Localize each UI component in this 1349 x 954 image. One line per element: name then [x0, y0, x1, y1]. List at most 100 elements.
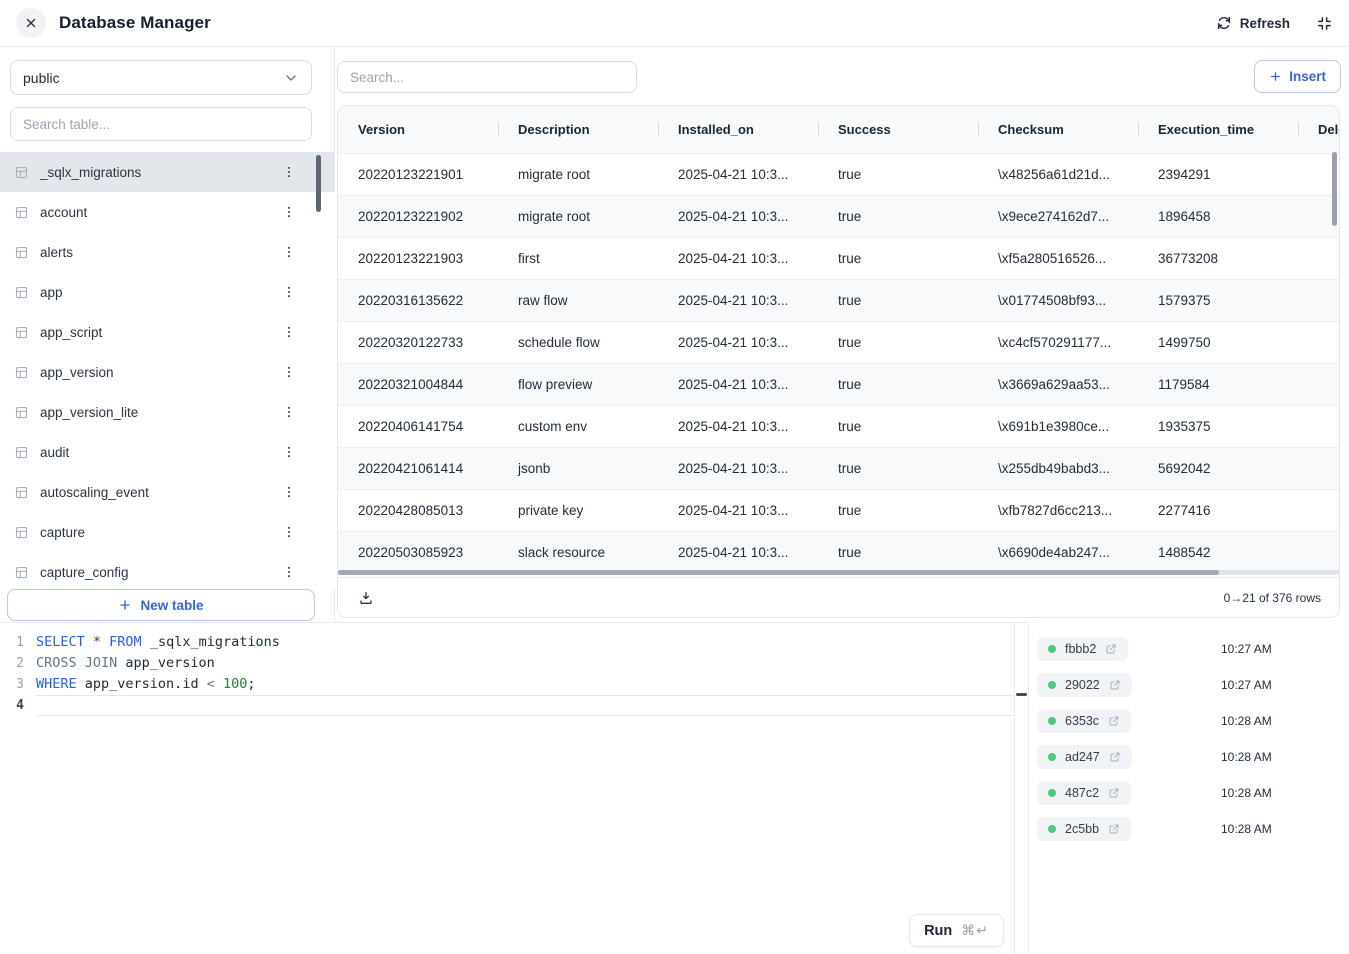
- sidebar-item-app_version_lite[interactable]: app_version_lite: [0, 392, 335, 432]
- line-content: SELECT * FROM _sqlx_migrations: [36, 632, 1014, 653]
- sidebar-item-_sqlx_migrations[interactable]: _sqlx_migrations: [0, 152, 335, 192]
- refresh-button[interactable]: Refresh: [1216, 15, 1290, 31]
- table-options-button[interactable]: [279, 482, 299, 502]
- table-icon: [14, 525, 29, 540]
- external-link-icon[interactable]: [1109, 679, 1121, 691]
- history-row: 487c210:28 AM: [1029, 775, 1349, 811]
- table-cell: jsonb: [498, 461, 658, 476]
- table-search-input[interactable]: [10, 107, 312, 141]
- external-link-icon[interactable]: [1108, 823, 1120, 835]
- table-horizontal-scrollbar-thumb[interactable]: [338, 570, 1219, 575]
- run-history-panel: fbbb210:27 AM2902210:27 AM6353c10:28 AMa…: [1029, 622, 1349, 954]
- sidebar-item-alerts[interactable]: alerts: [0, 232, 335, 272]
- table-options-button[interactable]: [279, 162, 299, 182]
- sidebar-item-capture_config[interactable]: capture_config: [0, 552, 335, 589]
- table-row[interactable]: 20220123221901migrate root2025-04-21 10:…: [338, 153, 1339, 195]
- table-row[interactable]: 20220421061414jsonb2025-04-21 10:3...tru…: [338, 447, 1339, 489]
- sidebar-scrollbar-thumb[interactable]: [316, 155, 321, 212]
- run-button[interactable]: Run ⌘↵: [909, 914, 1004, 947]
- table-options-button[interactable]: [279, 562, 299, 582]
- schema-select[interactable]: public: [10, 60, 312, 95]
- sql-token: FROM: [109, 634, 150, 650]
- code-line[interactable]: 2CROSS JOIN app_version: [0, 653, 1014, 674]
- collapse-button[interactable]: [1316, 15, 1333, 32]
- table-cell: true: [818, 461, 978, 476]
- table-cell: true: [818, 377, 978, 392]
- status-dot: [1048, 681, 1056, 689]
- history-run-fbbb2[interactable]: fbbb2: [1037, 637, 1128, 661]
- table-cell: 20220406141754: [338, 419, 498, 434]
- table-row[interactable]: 20220321004844flow preview2025-04-21 10:…: [338, 363, 1339, 405]
- table-cell: 2025-04-21 10:3...: [658, 377, 818, 392]
- sidebar-item-capture[interactable]: capture: [0, 512, 335, 552]
- sidebar-item-app[interactable]: app: [0, 272, 335, 312]
- line-content: CROSS JOIN app_version: [36, 653, 1014, 674]
- main-panel: Insert VersionDescriptionInstalled_onSuc…: [335, 47, 1349, 622]
- history-run-487c2[interactable]: 487c2: [1037, 781, 1131, 805]
- table-row[interactable]: 20220406141754custom env2025-04-21 10:3.…: [338, 405, 1339, 447]
- table-cell: \xf5a280516526...: [978, 251, 1138, 266]
- table-cell: 2025-04-21 10:3...: [658, 251, 818, 266]
- history-row: fbbb210:27 AM: [1029, 631, 1349, 667]
- table-cell: true: [818, 167, 978, 182]
- history-run-29022[interactable]: 29022: [1037, 673, 1132, 697]
- table-cell: 20220321004844: [338, 377, 498, 392]
- table-row[interactable]: 20220316135622raw flow2025-04-21 10:3...…: [338, 279, 1339, 321]
- table-row[interactable]: 20220428085013private key2025-04-21 10:3…: [338, 489, 1339, 531]
- table-options-button[interactable]: [279, 242, 299, 262]
- run-id-label: 2c5bb: [1065, 822, 1099, 836]
- close-button[interactable]: [16, 8, 46, 38]
- new-table-button[interactable]: New table: [7, 589, 315, 621]
- external-link-icon[interactable]: [1108, 715, 1120, 727]
- table-icon: [14, 485, 29, 500]
- table-row[interactable]: 20220320122733schedule flow2025-04-21 10…: [338, 321, 1339, 363]
- table-options-button[interactable]: [279, 322, 299, 342]
- table-header-row: VersionDescriptionInstalled_onSuccessChe…: [338, 106, 1339, 153]
- sidebar-item-app_script[interactable]: app_script: [0, 312, 335, 352]
- sql-editor[interactable]: 1SELECT * FROM _sqlx_migrations2CROSS JO…: [0, 622, 1015, 954]
- history-run-6353c[interactable]: 6353c: [1037, 709, 1131, 733]
- history-run-ad247[interactable]: ad247: [1037, 745, 1132, 769]
- table-cell: 1179584: [1138, 377, 1298, 392]
- insert-button[interactable]: Insert: [1254, 60, 1341, 93]
- table-options-button[interactable]: [279, 442, 299, 462]
- status-dot: [1048, 825, 1056, 833]
- divider-drag-handle[interactable]: [1016, 693, 1027, 696]
- table-cell: 20220428085013: [338, 503, 498, 518]
- table-row[interactable]: 20220123221902migrate root2025-04-21 10:…: [338, 195, 1339, 237]
- kebab-icon: [282, 525, 296, 539]
- code-line[interactable]: 4: [0, 695, 1014, 716]
- sidebar-item-audit[interactable]: audit: [0, 432, 335, 472]
- table-options-button[interactable]: [279, 282, 299, 302]
- table-options-button[interactable]: [279, 402, 299, 422]
- table-vertical-scrollbar-thumb[interactable]: [1332, 152, 1337, 226]
- sidebar-item-app_version[interactable]: app_version: [0, 352, 335, 392]
- table-cell: 2025-04-21 10:3...: [658, 461, 818, 476]
- table-options-button[interactable]: [279, 522, 299, 542]
- sidebar-item-account[interactable]: account: [0, 192, 335, 232]
- table-cell: 20220123221901: [338, 167, 498, 182]
- external-link-icon[interactable]: [1108, 787, 1120, 799]
- table-options-button[interactable]: [279, 202, 299, 222]
- history-row: 2902210:27 AM: [1029, 667, 1349, 703]
- table-row[interactable]: 20220503085923slack resource2025-04-21 1…: [338, 531, 1339, 573]
- external-link-icon[interactable]: [1105, 643, 1117, 655]
- history-row: 2c5bb10:28 AM: [1029, 811, 1349, 847]
- table-list: _sqlx_migrationsaccountalertsappapp_scri…: [0, 152, 335, 589]
- table-horizontal-scrollbar[interactable]: [338, 570, 1339, 575]
- download-button[interactable]: [356, 588, 376, 608]
- plus-icon: [118, 598, 132, 612]
- table-cell: \x691b1e3980ce...: [978, 419, 1138, 434]
- sidebar-item-autoscaling_event[interactable]: autoscaling_event: [0, 472, 335, 512]
- rows-search-input[interactable]: [337, 61, 637, 93]
- history-run-2c5bb[interactable]: 2c5bb: [1037, 817, 1131, 841]
- external-link-icon[interactable]: [1109, 751, 1121, 763]
- table-row[interactable]: 20220123221903first2025-04-21 10:3...tru…: [338, 237, 1339, 279]
- code-line[interactable]: 1SELECT * FROM _sqlx_migrations: [0, 632, 1014, 653]
- table-cell: 20220316135622: [338, 293, 498, 308]
- data-table: VersionDescriptionInstalled_onSuccessChe…: [337, 105, 1340, 618]
- table-name-label: app_version_lite: [40, 405, 138, 420]
- table-icon: [14, 285, 29, 300]
- table-options-button[interactable]: [279, 362, 299, 382]
- code-line[interactable]: 3WHERE app_version.id < 100;: [0, 674, 1014, 695]
